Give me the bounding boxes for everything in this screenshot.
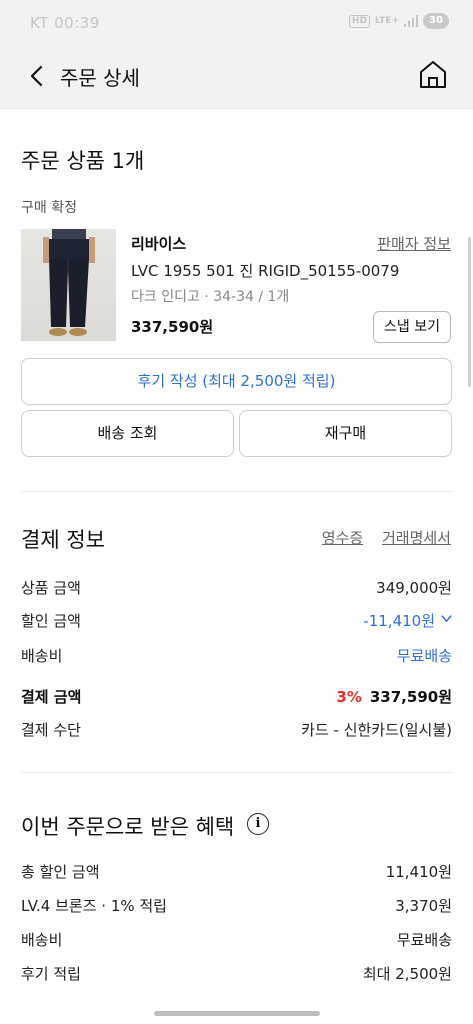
- chevron-down-icon: [441, 615, 452, 623]
- signal-icon: [404, 15, 418, 27]
- status-carrier-time: KT 00:39: [30, 14, 100, 32]
- home-indicator[interactable]: [154, 1011, 320, 1016]
- section-divider: [21, 491, 452, 492]
- order-detail-content[interactable]: 주문 상품 1개 구매 확정 리바이스 판매자 정보 LVC 1955 501 …: [0, 108, 473, 1024]
- benefit-row: LV.4 브론즈 · 1% 적립 3,370원: [21, 895, 452, 917]
- row-value: 3,370원: [395, 897, 452, 915]
- product-name: LVC 1955 501 진 RIGID_50155-0079: [131, 262, 400, 280]
- payment-row-method: 결제 수단 카드 - 신한카드(일시불): [21, 719, 452, 741]
- row-label: 상품 금액: [21, 579, 81, 597]
- track-shipping-button[interactable]: 배송 조회: [21, 410, 234, 457]
- payment-row-shipping: 배송비 무료배송: [21, 645, 452, 667]
- benefits-title: 이번 주문으로 받은 혜택: [21, 815, 235, 839]
- discount-toggle[interactable]: -11,410원: [363, 610, 452, 631]
- status-icons: HD LTE+ 30: [348, 13, 449, 29]
- payment-links: 영수증 거래명세서: [308, 527, 451, 548]
- row-value: 최대 2,500원: [362, 965, 452, 983]
- row-value: 무료배송: [396, 931, 452, 949]
- product-brand: 리바이스: [131, 235, 187, 253]
- row-value: -11,410원: [363, 612, 435, 630]
- row-label: 할인 금액: [21, 612, 81, 630]
- benefit-row: 후기 적립 최대 2,500원: [21, 963, 452, 985]
- hd-icon: HD: [348, 14, 370, 28]
- seller-info-link[interactable]: 판매자 정보: [377, 233, 451, 254]
- lte-icon: LTE+: [374, 15, 399, 26]
- row-label: 결제 수단: [21, 721, 81, 739]
- payment-row-total: 결제 금액 3% 337,590원: [21, 686, 452, 708]
- benefit-row: 배송비 무료배송: [21, 929, 452, 951]
- status-bar: KT 00:39 HD LTE+ 30: [0, 0, 473, 48]
- snap-view-button[interactable]: 스냅 보기: [373, 311, 451, 343]
- product-price: 337,590원: [131, 318, 214, 336]
- row-value: 무료배송: [396, 647, 452, 665]
- chevron-left-icon: [30, 65, 43, 87]
- product-option: 다크 인디고 · 34-34 / 1개: [131, 289, 290, 305]
- payment-row-discount[interactable]: 할인 금액 -11,410원: [21, 610, 452, 632]
- page-title: 주문 상세: [60, 66, 140, 90]
- home-icon: [420, 61, 446, 88]
- rebuy-button[interactable]: 재구매: [239, 410, 452, 457]
- total-value: 3% 337,590원: [336, 686, 452, 707]
- payment-title: 결제 정보: [21, 528, 105, 552]
- row-label: 배송비: [21, 647, 63, 665]
- back-button[interactable]: [24, 62, 52, 90]
- product-image[interactable]: [21, 229, 116, 341]
- home-button[interactable]: [417, 58, 449, 90]
- row-value: 337,590원: [369, 688, 452, 706]
- order-items-title: 주문 상품 1개: [21, 149, 145, 173]
- carrier-label: KT: [30, 14, 49, 32]
- order-status: 구매 확정: [21, 200, 77, 216]
- app-header: 주문 상세: [0, 48, 473, 108]
- rate-badge: 3%: [336, 688, 362, 706]
- payment-row-subtotal: 상품 금액 349,000원: [21, 577, 452, 599]
- row-label: 결제 금액: [21, 688, 82, 706]
- row-value: 349,000원: [376, 579, 452, 597]
- row-label: 배송비: [21, 931, 63, 949]
- statement-link[interactable]: 거래명세서: [382, 529, 451, 547]
- scrollbar[interactable]: [468, 237, 471, 387]
- benefit-row: 총 할인 금액 11,410원: [21, 861, 452, 883]
- section-divider: [21, 772, 452, 773]
- row-value: 11,410원: [385, 863, 452, 881]
- battery-icon: 30: [423, 13, 449, 29]
- row-label: LV.4 브론즈 · 1% 적립: [21, 897, 167, 915]
- clock: 00:39: [54, 14, 100, 32]
- row-value: 카드 - 신한카드(일시불): [301, 721, 452, 739]
- row-label: 후기 적립: [21, 965, 81, 983]
- receipt-link[interactable]: 영수증: [322, 529, 363, 547]
- row-label: 총 할인 금액: [21, 863, 100, 881]
- info-icon[interactable]: i: [247, 813, 269, 835]
- write-review-button[interactable]: 후기 작성 (최대 2,500원 적립): [21, 358, 452, 405]
- jeans-image: [43, 229, 95, 336]
